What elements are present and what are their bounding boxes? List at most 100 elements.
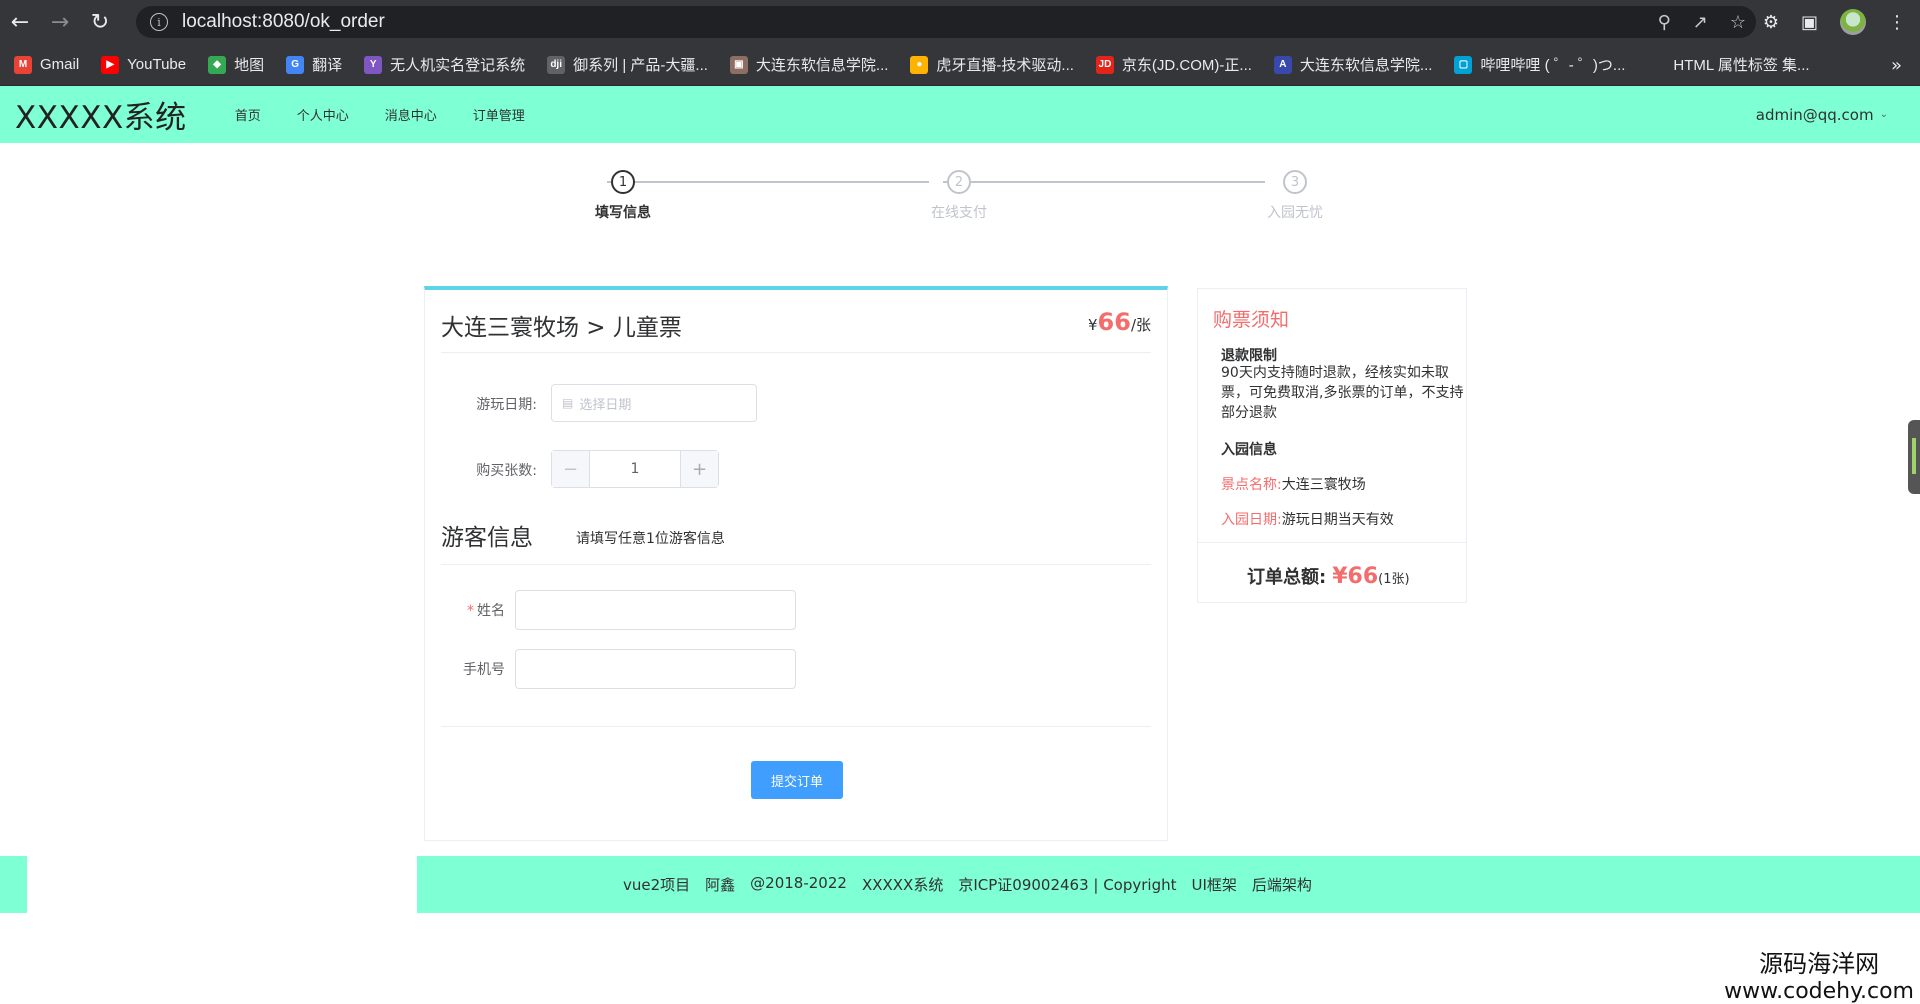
reload-icon[interactable]: ↻ xyxy=(80,0,120,44)
school-icon: ▣ xyxy=(729,55,748,74)
total-amount: ¥66 xyxy=(1332,564,1379,589)
bookmark-item[interactable]: HTML 属性标签 集... xyxy=(1647,54,1810,75)
menu-item-orders[interactable]: 订单管理 xyxy=(473,105,525,124)
footer-link-ui[interactable]: UI框架 xyxy=(1192,874,1237,895)
user-menu[interactable]: admin@qq.com ⌄ xyxy=(1756,86,1888,143)
maps-icon: ◆ xyxy=(208,55,227,74)
bookmark-label[interactable]: 大连东软信息学院... xyxy=(756,54,889,75)
divider xyxy=(441,564,1151,565)
price-unit: /张 xyxy=(1130,316,1151,334)
submit-order-button[interactable]: 提交订单 xyxy=(751,761,843,799)
quantity-stepper: − 1 + xyxy=(551,450,719,488)
menu-item-profile[interactable]: 个人中心 xyxy=(297,105,349,124)
site-info-icon[interactable]: i xyxy=(150,13,168,31)
menu-dots-icon[interactable]: ⋮ xyxy=(1888,12,1906,33)
spot-name-value: 大连三寰牧场 xyxy=(1281,477,1366,493)
step-payment: 2 在线支付 xyxy=(879,170,1039,222)
phone-label: 手机号 xyxy=(463,662,505,678)
price-currency: ¥ xyxy=(1087,316,1098,334)
profile-avatar[interactable] xyxy=(1840,9,1866,35)
plus-icon[interactable]: + xyxy=(680,451,718,487)
bookmarks-more-icon[interactable]: » xyxy=(1891,44,1902,86)
forward-arrow-icon[interactable]: → xyxy=(40,0,80,44)
spot-name-key: 景点名称: xyxy=(1221,477,1282,493)
footer-link-project[interactable]: vue2项目 xyxy=(623,874,690,895)
app-logo: XXXXX系统 xyxy=(15,100,187,136)
bookmark-item[interactable]: ▶ YouTube xyxy=(101,55,186,74)
bookmark-item[interactable]: ◆ 地图 xyxy=(208,54,264,75)
name-label-text: 姓名 xyxy=(477,603,505,619)
bookmark-label[interactable]: YouTube xyxy=(127,56,186,73)
name-input[interactable] xyxy=(515,590,796,630)
spot-name-row: 景点名称:大连三寰牧场 xyxy=(1221,474,1366,494)
menu-item-messages[interactable]: 消息中心 xyxy=(385,105,437,124)
divider xyxy=(441,352,1151,353)
entry-heading: 入园信息 xyxy=(1221,442,1277,458)
footer-link-author[interactable]: 阿鑫 xyxy=(705,874,735,895)
ticket-title: 大连三寰牧场 > 儿童票 xyxy=(441,315,682,341)
share-icon[interactable]: ↗ xyxy=(1693,12,1708,33)
side-panel-icon[interactable]: ▣ xyxy=(1801,12,1818,33)
html-icon xyxy=(1647,55,1666,74)
browser-toolbar: ← → ↻ i localhost:8080/ok_order ⚲ ↗ ☆ ⚙ … xyxy=(0,0,1920,44)
entry-date-value: 游玩日期当天有效 xyxy=(1281,512,1394,528)
minus-icon[interactable]: − xyxy=(552,451,590,487)
phone-input[interactable] xyxy=(515,649,796,689)
main-menu: 首页 个人中心 消息中心 订单管理 xyxy=(235,105,561,124)
address-bar[interactable]: i localhost:8080/ok_order ⚲ ↗ ☆ xyxy=(136,6,1756,38)
url-text[interactable]: localhost:8080/ok_order xyxy=(182,11,385,33)
bookmark-label[interactable]: 翻译 xyxy=(312,54,342,75)
bookmark-item[interactable]: A 大连东软信息学院... xyxy=(1273,54,1433,75)
bookmark-item[interactable]: ● 虎牙直播-技术驱动... xyxy=(910,54,1074,75)
quantity-input[interactable]: 1 xyxy=(590,451,680,487)
bookmark-item[interactable]: ▣ 大连东软信息学院... xyxy=(729,54,889,75)
chevron-down-icon[interactable]: ⌄ xyxy=(1880,109,1888,120)
back-arrow-icon[interactable]: ← xyxy=(0,0,40,44)
date-label: 游玩日期: xyxy=(476,397,537,413)
bookmark-item[interactable]: M Gmail xyxy=(14,55,79,74)
bookmark-label[interactable]: 地图 xyxy=(234,54,264,75)
bookmark-item[interactable]: JD 京东(JD.COM)-正... xyxy=(1095,54,1252,75)
date-picker-input[interactable]: ▤ 选择日期 xyxy=(551,384,757,422)
total-count: (1张) xyxy=(1378,572,1410,587)
menu-item-home[interactable]: 首页 xyxy=(235,105,261,124)
bookmark-label[interactable]: HTML 属性标签 集... xyxy=(1673,54,1809,75)
school2-icon: A xyxy=(1273,55,1292,74)
visitor-hint: 请填写任意1位游客信息 xyxy=(576,531,725,547)
bookmark-label[interactable]: 无人机实名登记系统 xyxy=(390,54,525,75)
extensions-icon[interactable]: ⚙ xyxy=(1763,12,1779,33)
bookmark-label[interactable]: 大连东软信息学院... xyxy=(1300,54,1433,75)
date-placeholder[interactable]: 选择日期 xyxy=(579,394,631,413)
jd-icon: JD xyxy=(1095,55,1114,74)
bookmark-label[interactable]: 御系列 | 产品-大疆... xyxy=(573,54,708,75)
bookmark-item[interactable]: ▢ 哔哩哔哩 ( ゜- ゜)つ... xyxy=(1454,54,1625,75)
user-email[interactable]: admin@qq.com xyxy=(1756,106,1874,124)
ticket-price: ¥66/张 xyxy=(1088,308,1151,336)
order-total: 订单总额: ¥66 (1张) xyxy=(1247,563,1410,589)
bilibili-icon: ▢ xyxy=(1454,55,1473,74)
bookmark-label[interactable]: 虎牙直播-技术驱动... xyxy=(936,54,1074,75)
step-label: 填写信息 xyxy=(595,205,651,221)
star-icon[interactable]: ☆ xyxy=(1730,12,1746,33)
footer-system-name: XXXXX系统 xyxy=(861,876,944,894)
bookmark-label[interactable]: 京东(JD.COM)-正... xyxy=(1122,54,1252,75)
order-form-card: 大连三寰牧场 > 儿童票 ¥66/张 游玩日期: ▤ 选择日期 购买张数: − … xyxy=(424,286,1168,841)
footer: vue2项目 阿鑫 @2018-2022 XXXXX系统 京ICP证090024… xyxy=(417,856,1920,913)
step-label: 入园无忧 xyxy=(1267,205,1323,221)
translate-icon: G xyxy=(286,55,305,74)
huya-icon: ● xyxy=(910,55,929,74)
purchase-notice-panel: 购票须知 退款限制 90天内支持随时退款，经核实如未取票，可免费取消,多张票的订… xyxy=(1197,288,1467,603)
bookmark-item[interactable]: Y 无人机实名登记系统 xyxy=(364,54,525,75)
calendar-icon: ▤ xyxy=(562,396,574,410)
gmail-icon: M xyxy=(14,55,32,74)
zoom-icon[interactable]: ⚲ xyxy=(1658,12,1671,33)
quantity-label: 购买张数: xyxy=(476,463,537,479)
footer-link-backend[interactable]: 后端架构 xyxy=(1252,874,1312,895)
bookmark-label[interactable]: Gmail xyxy=(40,56,79,73)
bookmark-item[interactable]: dji 御系列 | 产品-大疆... xyxy=(547,54,708,75)
dji-icon: dji xyxy=(547,55,566,74)
bookmark-label[interactable]: 哔哩哔哩 ( ゜- ゜)つ... xyxy=(1480,54,1625,75)
price-value: 66 xyxy=(1097,308,1131,336)
bookmark-item[interactable]: G 翻译 xyxy=(286,54,342,75)
side-scroll-widget[interactable] xyxy=(1908,420,1920,494)
